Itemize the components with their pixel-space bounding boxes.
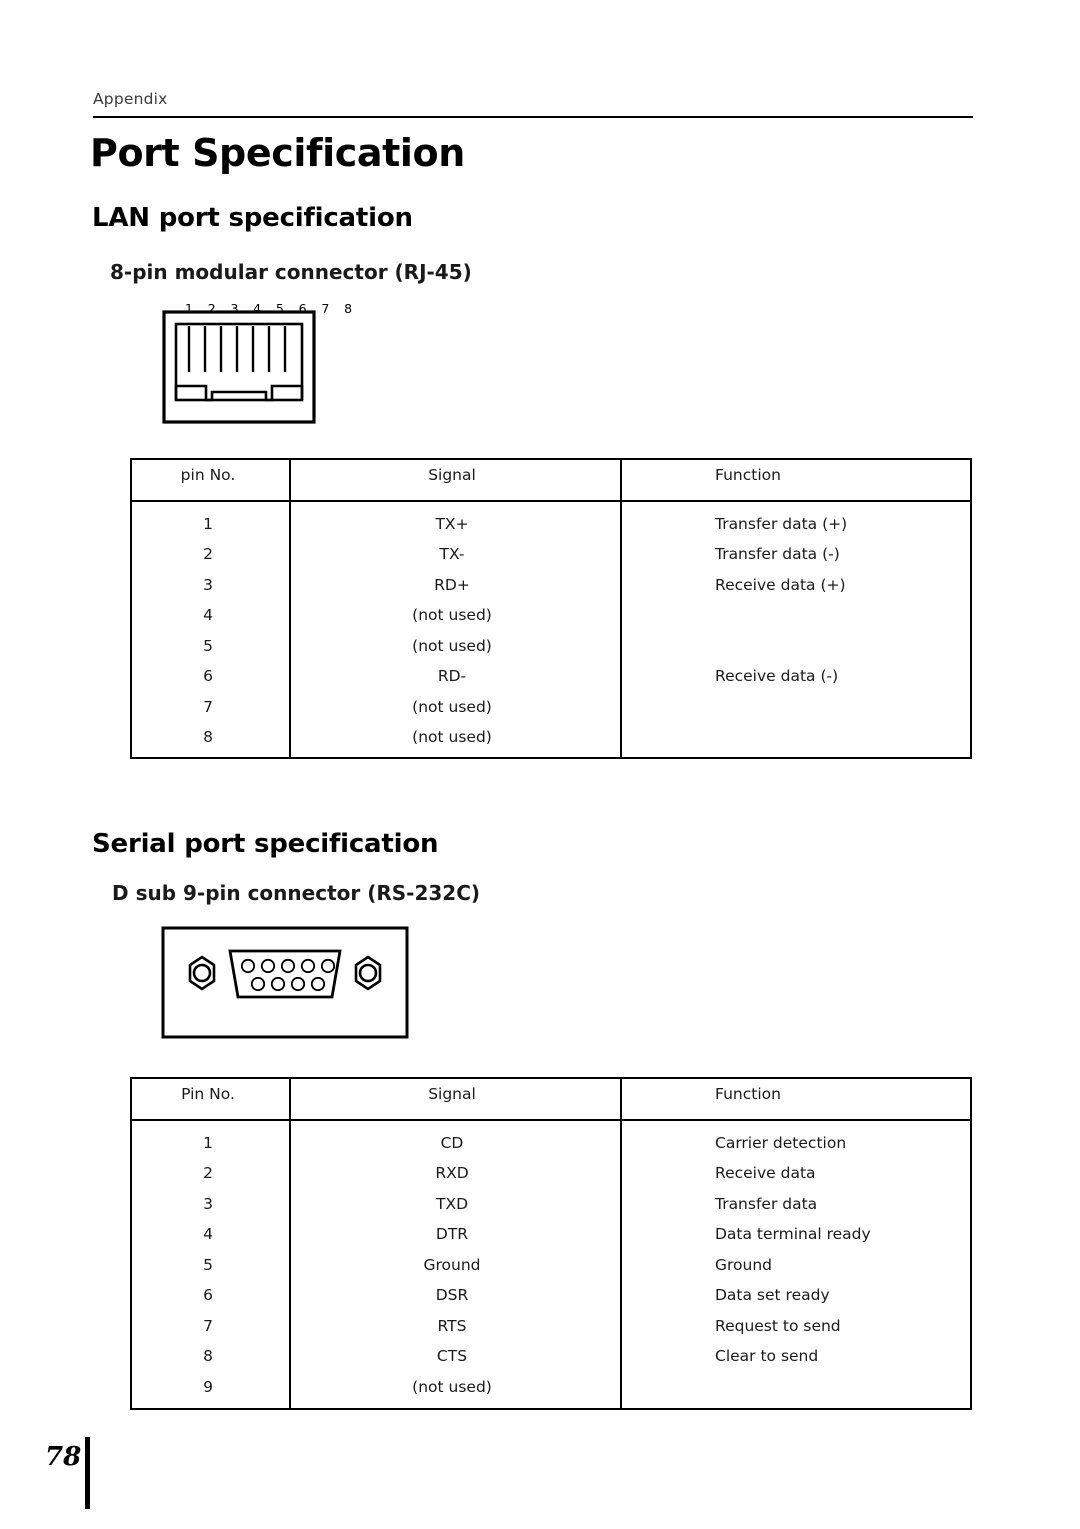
cell-function: Transfer data (-) (715, 545, 840, 564)
table-row: 4 (not used) (131, 600, 1065, 631)
section-heading-lan: LAN port specification (92, 203, 413, 233)
column-header-pin: Pin No. (181, 1085, 235, 1104)
column-header-pin: pin No. (180, 466, 236, 485)
cell-pin: 5 (203, 636, 213, 655)
table-row: 2 TX- Transfer data (-) (131, 539, 1065, 570)
cell-signal: DTR (435, 1225, 469, 1244)
cell-pin: 6 (203, 667, 213, 686)
cell-function: Data set ready (715, 1286, 830, 1305)
cell-pin: 7 (203, 1316, 213, 1335)
column-header-function: Function (715, 466, 781, 485)
cell-pin: 8 (203, 728, 213, 747)
cell-function: Request to send (715, 1316, 841, 1335)
cell-pin: 4 (203, 606, 213, 625)
cell-signal: RXD (435, 1164, 469, 1183)
cell-function: Data terminal ready (715, 1225, 871, 1244)
cell-function (619, 722, 1065, 753)
lan-table-bottom-border (130, 757, 972, 759)
document-page: Appendix Port Specification LAN port spe… (0, 0, 1080, 1529)
subheading-serial-connector: D sub 9-pin connector (RS-232C) (112, 881, 481, 905)
cell-pin: 2 (203, 545, 213, 564)
table-row: 5 Ground Ground (131, 1250, 1065, 1281)
lan-port-table: pin No. Signal Function 1 TX+ Transfer d… (131, 460, 1065, 753)
cell-pin: 3 (203, 575, 213, 594)
cell-signal: (not used) (412, 728, 492, 747)
cell-pin: 1 (203, 514, 213, 533)
table-row: 7 (not used) (131, 692, 1065, 723)
cell-signal: RD- (437, 667, 467, 686)
table-header-row: pin No. Signal Function (131, 460, 1065, 491)
spacer-row (131, 1110, 1065, 1128)
table-row: 3 RD+ Receive data (+) (131, 570, 1065, 601)
cell-function (619, 1372, 1065, 1403)
cell-signal: RTS (437, 1316, 467, 1335)
appendix-label: Appendix (93, 90, 168, 108)
table-row: 5 (not used) (131, 631, 1065, 662)
cell-signal: (not used) (412, 606, 492, 625)
cell-pin: 5 (203, 1255, 213, 1274)
table-row: 8 (not used) (131, 722, 1065, 753)
cell-pin: 8 (203, 1347, 213, 1366)
cell-function (619, 600, 1065, 631)
cell-signal: TXD (435, 1194, 469, 1213)
subheading-lan-connector: 8-pin modular connector (RJ-45) (110, 260, 472, 284)
cell-signal: CTS (436, 1347, 468, 1366)
cell-signal: (not used) (412, 636, 492, 655)
cell-signal: TX+ (435, 514, 469, 533)
cell-function: Transfer data (+) (715, 514, 848, 533)
cell-pin: 9 (203, 1377, 213, 1396)
page-title: Port Specification (90, 131, 465, 175)
table-header-row: Pin No. Signal Function (131, 1079, 1065, 1110)
cell-function: Carrier detection (715, 1133, 847, 1152)
cell-function: Receive data (715, 1164, 816, 1183)
column-header-signal: Signal (428, 466, 476, 485)
cell-pin: 3 (203, 1194, 213, 1213)
cell-signal: Ground (423, 1255, 481, 1274)
rj45-icon (162, 310, 316, 424)
dsub9-icon (161, 926, 409, 1039)
serial-table-bottom-border (130, 1408, 972, 1410)
cell-pin: 2 (203, 1164, 213, 1183)
cell-function: Receive data (-) (715, 667, 839, 686)
section-heading-serial: Serial port specification (92, 829, 439, 859)
cell-pin: 1 (203, 1133, 213, 1152)
rj45-connector-diagram (160, 300, 330, 435)
cell-function: Receive data (+) (715, 575, 846, 594)
table-row: 6 DSR Data set ready (131, 1280, 1065, 1311)
cell-signal: (not used) (412, 697, 492, 716)
table-row: 1 CD Carrier detection (131, 1128, 1065, 1159)
cell-function (619, 631, 1065, 662)
column-header-function: Function (715, 1085, 781, 1104)
table-row: 9 (not used) (131, 1372, 1065, 1403)
table-row: 1 TX+ Transfer data (+) (131, 509, 1065, 540)
table-row: 8 CTS Clear to send (131, 1341, 1065, 1372)
table-row: 3 TXD Transfer data (131, 1189, 1065, 1220)
cell-signal: CD (440, 1133, 464, 1152)
cell-signal: RD+ (434, 575, 470, 594)
cell-function: Ground (715, 1255, 773, 1274)
footer-accent-bar (85, 1437, 90, 1509)
table-row: 2 RXD Receive data (131, 1158, 1065, 1189)
column-header-signal: Signal (428, 1085, 476, 1104)
cell-signal: (not used) (412, 1377, 492, 1396)
cell-function (619, 692, 1065, 723)
header-divider (93, 116, 973, 118)
cell-signal: TX- (439, 545, 465, 564)
cell-pin: 6 (203, 1286, 213, 1305)
cell-signal: DSR (435, 1286, 469, 1305)
table-row: 6 RD- Receive data (-) (131, 661, 1065, 692)
spacer-row (131, 491, 1065, 509)
cell-function: Clear to send (715, 1347, 819, 1366)
dsub9-connector-diagram (160, 925, 410, 1040)
cell-pin: 4 (203, 1225, 213, 1244)
cell-pin: 7 (203, 697, 213, 716)
table-row: 4 DTR Data terminal ready (131, 1219, 1065, 1250)
serial-port-table: Pin No. Signal Function 1 CD Carrier det… (131, 1079, 1065, 1402)
table-row: 7 RTS Request to send (131, 1311, 1065, 1342)
page-number: 78 (45, 1442, 82, 1472)
cell-function: Transfer data (715, 1194, 818, 1213)
